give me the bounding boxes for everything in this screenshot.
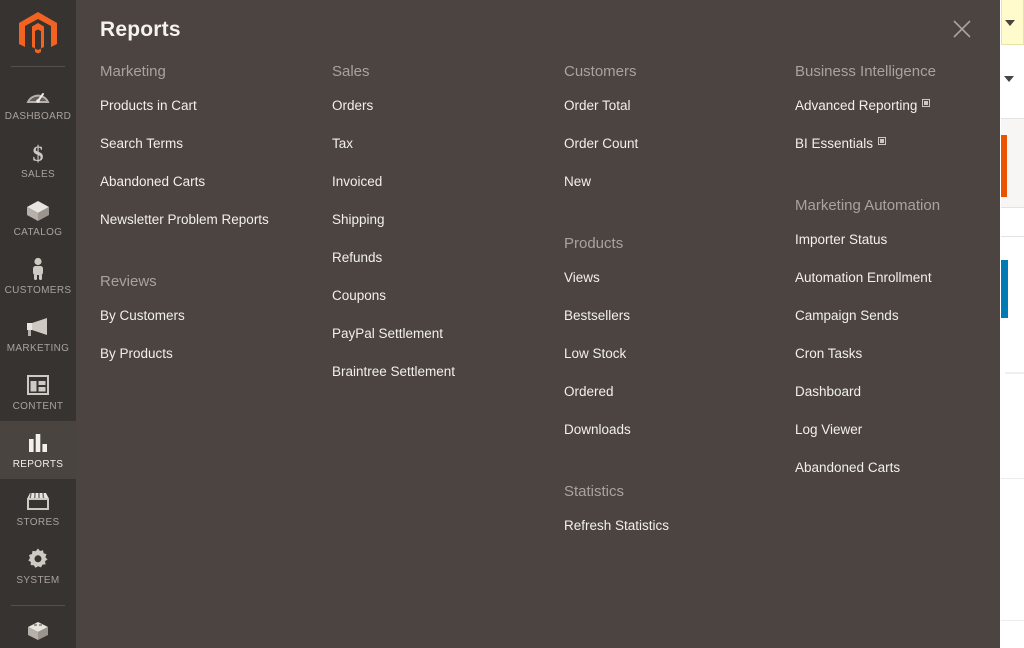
sidebar-item-stores[interactable]: STORES (0, 479, 76, 537)
dollar-icon: $ (2, 140, 74, 166)
sidebar-item-label: STORES (16, 517, 60, 528)
gauge-icon (2, 82, 74, 108)
reports-columns: Marketing Products in Cart Search Terms … (76, 63, 1000, 648)
group-title-products: Products (564, 235, 624, 252)
report-link-importer-status[interactable]: Importer Status (795, 232, 1024, 248)
sidebar-item-label: SYSTEM (16, 575, 60, 586)
external-link-icon (878, 137, 887, 145)
report-link-automation-enrollment[interactable]: Automation Enrollment (795, 270, 1024, 286)
report-link-shipping[interactable]: Shipping (332, 212, 564, 228)
report-link-by-products[interactable]: By Products (100, 346, 332, 362)
storefront-icon (2, 488, 74, 514)
close-icon[interactable] (945, 12, 979, 46)
report-link-campaign-sends[interactable]: Campaign Sends (795, 308, 1024, 324)
box-icon (2, 198, 74, 224)
report-link-invoiced[interactable]: Invoiced (332, 174, 564, 190)
sidebar-item-customers[interactable]: CUSTOMERS (0, 247, 76, 305)
report-link-views[interactable]: Views (564, 270, 796, 286)
report-link-products-in-cart[interactable]: Products in Cart (100, 98, 332, 114)
report-link-tax[interactable]: Tax (332, 136, 564, 152)
svg-text:$: $ (33, 141, 44, 165)
sidebar-item-reports[interactable]: REPORTS (0, 421, 76, 479)
report-link-dashboard[interactable]: Dashboard (795, 384, 1024, 400)
sidebar-item-find-partners-extensions[interactable]: FIND PARTNERS & EXTENSIONS (0, 610, 76, 648)
group-title-statistics: Statistics (564, 483, 625, 500)
divider (1001, 478, 1024, 479)
report-link-ordered[interactable]: Ordered (564, 384, 796, 400)
group-title-customers: Customers (564, 63, 637, 80)
sidebar-item-label: SALES (21, 169, 55, 180)
report-link-by-customers[interactable]: By Customers (100, 308, 332, 324)
report-link-paypal-settlement[interactable]: PayPal Settlement (332, 326, 564, 342)
sidebar-item-system[interactable]: SYSTEM (0, 537, 76, 595)
sidebar-item-content[interactable]: CONTENT (0, 363, 76, 421)
group-title-sales: Sales (332, 63, 370, 80)
group-marketing: Marketing Products in Cart Search Terms … (100, 63, 332, 228)
group-title-reviews: Reviews (100, 273, 157, 290)
group-marketing-automation: Marketing Automation Importer Status Aut… (795, 197, 1024, 476)
divider (1001, 620, 1024, 621)
report-link-braintree-settlement[interactable]: Braintree Settlement (332, 364, 564, 380)
layout-icon (2, 372, 74, 398)
report-link-order-count[interactable]: Order Count (564, 136, 796, 152)
sidebar-item-sales[interactable]: $ SALES (0, 131, 76, 189)
bar-chart-icon (2, 430, 74, 456)
report-link-search-terms[interactable]: Search Terms (100, 136, 332, 152)
sidebar-item-catalog[interactable]: CATALOG (0, 189, 76, 247)
sidebar-item-label: DASHBOARD (4, 111, 72, 122)
group-title-marketing-automation: Marketing Automation (795, 197, 941, 214)
report-link-refresh-statistics[interactable]: Refresh Statistics (564, 518, 796, 534)
sidebar-item-label: CONTENT (12, 401, 64, 412)
sidebar-item-label: CUSTOMERS (4, 285, 72, 296)
report-link-bestsellers[interactable]: Bestsellers (564, 308, 796, 324)
report-link-log-viewer[interactable]: Log Viewer (795, 422, 1024, 438)
magento-logo[interactable] (0, 0, 76, 66)
extension-box-icon (2, 619, 74, 645)
group-title-marketing: Marketing (100, 63, 166, 80)
reports-column-business-intelligence: Business Intelligence Advanced Reporting… (795, 63, 1024, 476)
report-link-refunds[interactable]: Refunds (332, 250, 564, 266)
report-link-new[interactable]: New (564, 174, 796, 190)
group-customers: Customers Order Total Order Count New (564, 63, 796, 190)
report-link-abandoned-carts[interactable]: Abandoned Carts (795, 460, 1024, 476)
report-link-advanced-reporting[interactable]: Advanced Reporting (795, 98, 1024, 114)
report-link-orders[interactable]: Orders (332, 98, 564, 114)
divider (11, 66, 65, 67)
megaphone-icon (2, 314, 74, 340)
report-link-downloads[interactable]: Downloads (564, 422, 796, 438)
group-title-business-intelligence: Business Intelligence (795, 63, 936, 80)
group-business-intelligence: Business Intelligence Advanced Reporting… (795, 63, 1024, 152)
report-link-order-total[interactable]: Order Total (564, 98, 796, 114)
link-label: BI Essentials (795, 136, 874, 151)
group-products: Products Views Bestsellers Low Stock Ord… (564, 235, 796, 438)
reports-flyout-panel: Reports Marketing Products in Cart Searc… (76, 0, 1000, 648)
admin-screen: Reports Marketing Products in Cart Searc… (0, 0, 1024, 648)
group-statistics: Statistics Refresh Statistics (564, 483, 796, 534)
sidebar-item-label: CATALOG (13, 227, 63, 238)
report-link-newsletter-problem-reports[interactable]: Newsletter Problem Reports (100, 212, 332, 228)
report-link-bi-essentials[interactable]: BI Essentials (795, 136, 1024, 152)
page-title: Reports (100, 18, 181, 41)
report-link-cron-tasks[interactable]: Cron Tasks (795, 346, 1024, 362)
panel-header: Reports (76, 0, 1000, 63)
report-link-coupons[interactable]: Coupons (332, 288, 564, 304)
report-link-abandoned-carts[interactable]: Abandoned Carts (100, 174, 332, 190)
sidebar-item-marketing[interactable]: MARKETING (0, 305, 76, 363)
report-link-low-stock[interactable]: Low Stock (564, 346, 796, 362)
person-icon (2, 256, 74, 282)
sidebar-item-label: REPORTS (12, 459, 64, 470)
group-reviews: Reviews By Customers By Products (100, 273, 332, 362)
sidebar-item-label: MARKETING (6, 343, 70, 354)
reports-column-marketing: Marketing Products in Cart Search Terms … (100, 63, 332, 362)
external-link-icon (922, 99, 931, 107)
divider (11, 605, 65, 606)
gear-icon (2, 546, 74, 572)
sidebar-item-dashboard[interactable]: DASHBOARD (0, 73, 76, 131)
caret-down-icon (1005, 20, 1015, 26)
reports-column-sales: Sales Orders Tax Invoiced Shipping Refun… (332, 63, 564, 380)
group-sales: Sales Orders Tax Invoiced Shipping Refun… (332, 63, 564, 380)
admin-sidebar: DASHBOARD $ SALES CATALOG CUSTOMERS MARK… (0, 0, 76, 648)
reports-column-customers: Customers Order Total Order Count New Pr… (564, 63, 796, 534)
link-label: Advanced Reporting (795, 98, 918, 113)
